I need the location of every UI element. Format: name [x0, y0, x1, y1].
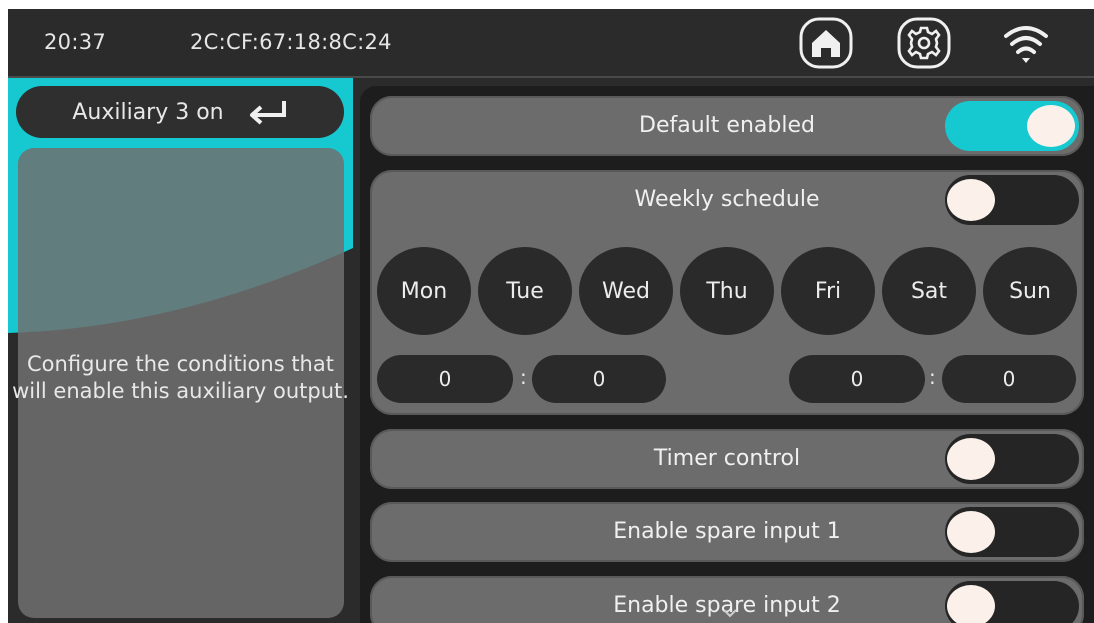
spare-input-1-toggle[interactable] — [945, 507, 1079, 557]
start-minute-field[interactable]: 0 — [532, 355, 666, 403]
toggle-knob — [947, 585, 995, 623]
return-arrow-icon — [249, 101, 286, 125]
day-mon-button[interactable]: Mon — [377, 247, 471, 335]
default-enabled-toggle[interactable] — [945, 101, 1079, 151]
panel-description: Configure the conditions that will enabl… — [12, 352, 349, 403]
toggle-knob — [947, 179, 995, 221]
scroll-down-icon — [723, 609, 737, 618]
start-time-separator: : — [520, 365, 527, 389]
settings-button[interactable] — [896, 16, 952, 70]
wifi-status[interactable] — [998, 16, 1054, 70]
end-hour-field[interactable]: 0 — [789, 355, 925, 403]
timer-control-toggle[interactable] — [945, 434, 1079, 484]
day-fri-button[interactable]: Fri — [781, 247, 875, 335]
spare-input-1-row: Enable spare input 1 — [370, 502, 1084, 562]
device-screen: 20:37 2C:CF:67:18:8C:24 Auxiliary 3 on C… — [8, 9, 1094, 623]
day-wed-button[interactable]: Wed — [579, 247, 673, 335]
home-button[interactable] — [798, 16, 854, 70]
end-minute-field[interactable]: 0 — [942, 355, 1076, 403]
toggle-knob — [1027, 105, 1075, 147]
gear-icon — [897, 17, 951, 69]
day-sat-button[interactable]: Sat — [882, 247, 976, 335]
clock: 20:37 — [44, 30, 107, 54]
info-panel: Auxiliary 3 on Configure the conditions … — [8, 78, 353, 623]
start-hour-field[interactable]: 0 — [377, 355, 513, 403]
day-sun-button[interactable]: Sun — [983, 247, 1077, 335]
spare-input-2-toggle[interactable] — [945, 581, 1079, 623]
weekly-schedule-toggle[interactable] — [945, 175, 1079, 225]
status-bar: 20:37 2C:CF:67:18:8C:24 — [8, 9, 1094, 78]
toggle-knob — [947, 438, 995, 480]
toggle-knob — [947, 511, 995, 553]
mac-address: 2C:CF:67:18:8C:24 — [190, 30, 392, 54]
wifi-icon — [1004, 26, 1048, 63]
day-tue-button[interactable]: Tue — [478, 247, 572, 335]
end-time-separator: : — [929, 365, 936, 389]
timer-control-row: Timer control — [370, 429, 1084, 489]
default-enabled-row: Default enabled — [370, 96, 1084, 156]
settings-list[interactable]: Default enabled Weekly schedule Mon Tue … — [360, 86, 1094, 623]
day-thu-button[interactable]: Thu — [680, 247, 774, 335]
home-icon — [799, 17, 853, 69]
panel-title: Auxiliary 3 on — [72, 99, 224, 125]
back-button[interactable]: Auxiliary 3 on — [16, 86, 344, 138]
